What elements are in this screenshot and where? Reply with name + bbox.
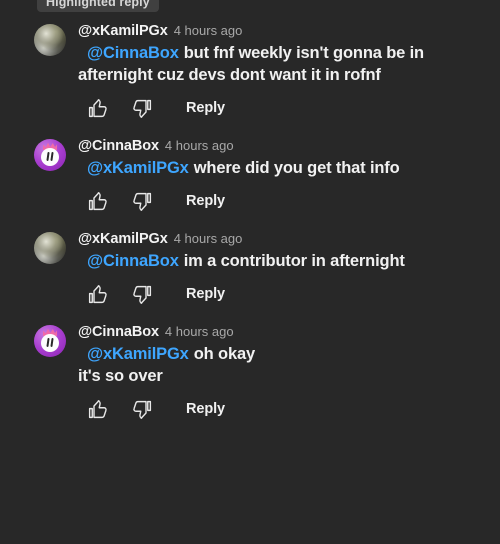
comment-author[interactable]: @xKamilPGx bbox=[78, 22, 168, 40]
dislike-button[interactable] bbox=[132, 396, 166, 422]
avatar-eye-left bbox=[45, 151, 50, 162]
comment-actions: Reply bbox=[78, 188, 490, 214]
comment-item: @xKamilPGx 4 hours ago @CinnaBox but fnf … bbox=[0, 22, 500, 121]
avatar-face bbox=[41, 148, 59, 166]
comment-text: @xKamilPGx oh okay it's so over bbox=[78, 343, 490, 387]
comment-timestamp[interactable]: 4 hours ago bbox=[165, 137, 234, 155]
avatar-container[interactable] bbox=[34, 323, 68, 422]
mention-link[interactable]: @CinnaBox bbox=[87, 44, 179, 62]
comment-body: @CinnaBox 4 hours ago @xKamilPGx where di… bbox=[68, 137, 490, 214]
comment-text-body: im a contributor in afternight bbox=[183, 252, 405, 270]
comment-meta: @xKamilPGx 4 hours ago bbox=[78, 22, 490, 40]
comment-text: @CinnaBox im a contributor in afternight bbox=[78, 250, 490, 272]
dislike-button[interactable] bbox=[132, 188, 166, 214]
comment-actions: Reply bbox=[78, 396, 490, 422]
avatar[interactable] bbox=[34, 139, 66, 171]
comment-text-body: where did you get that info bbox=[193, 159, 400, 177]
comment-body: @xKamilPGx 4 hours ago @CinnaBox but fnf … bbox=[68, 22, 490, 121]
comment-body: @xKamilPGx 4 hours ago @CinnaBox im a con… bbox=[68, 230, 490, 307]
thumb-up-outline-icon bbox=[88, 98, 107, 117]
thumb-up-outline-icon bbox=[88, 399, 107, 418]
like-button[interactable] bbox=[87, 396, 121, 422]
comment-list: @xKamilPGx 4 hours ago @CinnaBox but fnf … bbox=[0, 14, 500, 430]
like-button[interactable] bbox=[87, 281, 121, 307]
avatar[interactable] bbox=[34, 232, 66, 264]
comment-body: @CinnaBox 4 hours ago @xKamilPGx oh okay i… bbox=[68, 323, 490, 422]
comment-author[interactable]: @CinnaBox bbox=[78, 323, 159, 341]
reply-button[interactable]: Reply bbox=[186, 281, 225, 307]
comment-thread-panel: Highlighted reply @xKamilPGx 4 hours ago… bbox=[0, 0, 500, 544]
avatar-eye-right bbox=[50, 151, 55, 162]
comment-author[interactable]: @xKamilPGx bbox=[78, 230, 168, 248]
reply-button[interactable]: Reply bbox=[186, 95, 225, 121]
comment-meta: @CinnaBox 4 hours ago bbox=[78, 137, 490, 155]
dislike-button[interactable] bbox=[132, 95, 166, 121]
avatar-eye-right bbox=[50, 337, 55, 348]
comment-item: @CinnaBox 4 hours ago @xKamilPGx oh okay i… bbox=[0, 323, 500, 422]
comment-meta: @CinnaBox 4 hours ago bbox=[78, 323, 490, 341]
thumb-down-outline-icon bbox=[133, 192, 152, 211]
comment-item: @xKamilPGx 4 hours ago @CinnaBox im a con… bbox=[0, 230, 500, 307]
mention-link[interactable]: @xKamilPGx bbox=[87, 345, 189, 363]
comment-meta: @xKamilPGx 4 hours ago bbox=[78, 230, 490, 248]
dislike-button[interactable] bbox=[132, 281, 166, 307]
highlighted-reply-badge: Highlighted reply bbox=[37, 0, 159, 12]
thumb-up-outline-icon bbox=[88, 191, 107, 210]
comment-author[interactable]: @CinnaBox bbox=[78, 137, 159, 155]
thumb-down-outline-icon bbox=[133, 400, 152, 419]
mention-link[interactable]: @CinnaBox bbox=[87, 252, 179, 270]
comment-text: @CinnaBox but fnf weekly isn't gonna be i… bbox=[78, 42, 490, 86]
reply-button[interactable]: Reply bbox=[186, 188, 225, 214]
avatar-eye-left bbox=[45, 337, 50, 348]
comment-actions: Reply bbox=[78, 281, 490, 307]
comment-item: @CinnaBox 4 hours ago @xKamilPGx where di… bbox=[0, 137, 500, 214]
comment-timestamp[interactable]: 4 hours ago bbox=[174, 22, 243, 40]
thumb-up-outline-icon bbox=[88, 284, 107, 303]
avatar-container[interactable] bbox=[34, 22, 68, 121]
like-button[interactable] bbox=[87, 188, 121, 214]
comment-actions: Reply bbox=[78, 95, 490, 121]
comment-timestamp[interactable]: 4 hours ago bbox=[165, 323, 234, 341]
mention-link[interactable]: @xKamilPGx bbox=[87, 159, 189, 177]
avatar-container[interactable] bbox=[34, 230, 68, 307]
avatar-face bbox=[41, 334, 59, 352]
avatar-container[interactable] bbox=[34, 137, 68, 214]
highlighted-reply-label: Highlighted reply bbox=[46, 0, 150, 9]
thumb-down-outline-icon bbox=[133, 99, 152, 118]
comment-text: @xKamilPGx where did you get that info bbox=[78, 157, 490, 179]
thumb-down-outline-icon bbox=[133, 285, 152, 304]
like-button[interactable] bbox=[87, 95, 121, 121]
reply-button[interactable]: Reply bbox=[186, 396, 225, 422]
avatar[interactable] bbox=[34, 325, 66, 357]
avatar[interactable] bbox=[34, 24, 66, 56]
comment-timestamp[interactable]: 4 hours ago bbox=[174, 230, 243, 248]
